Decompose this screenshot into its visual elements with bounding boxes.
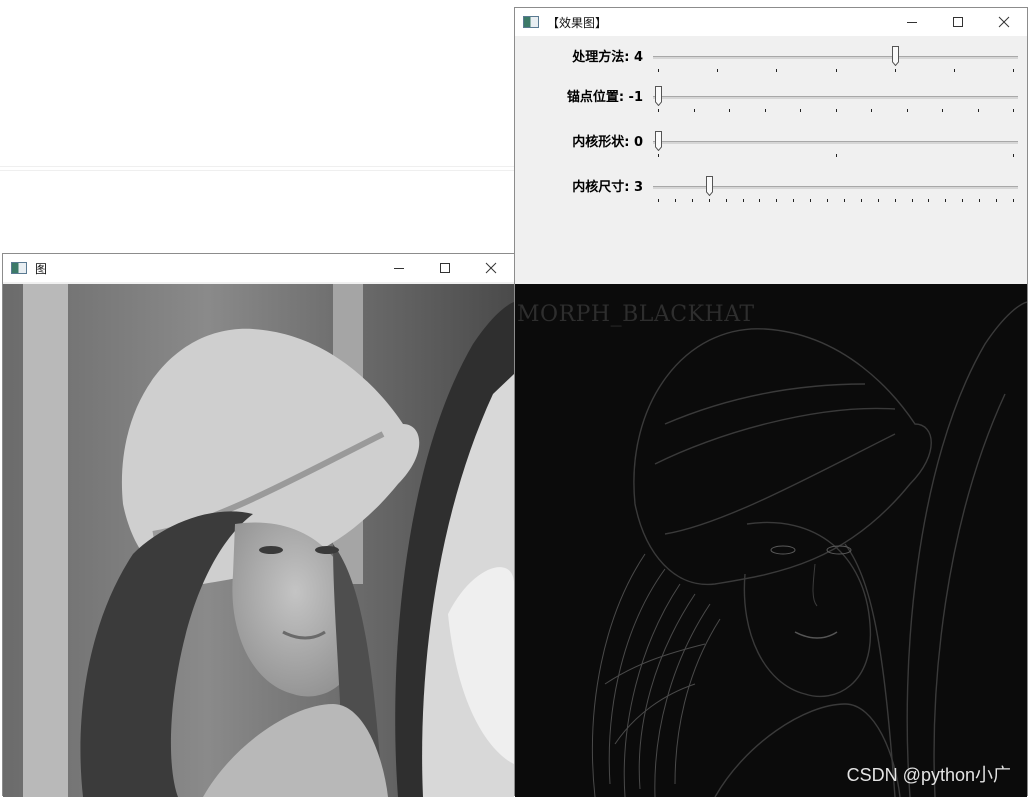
trackbar-tick (729, 109, 730, 112)
source-window-title: 图 (35, 261, 48, 276)
trackbar-tick (835, 69, 837, 72)
close-icon (485, 262, 497, 274)
trackbar-tick (810, 199, 812, 202)
trackbar-tick (945, 199, 947, 202)
trackbar-tick (942, 109, 943, 112)
trackbar-tick (860, 199, 862, 202)
trackbar-tick (906, 109, 908, 112)
trackbar-tick (843, 199, 845, 202)
close-button[interactable] (981, 8, 1027, 36)
trackbar-tick (693, 109, 695, 112)
trackbar-label: 锚点位置: -1 (566, 90, 643, 105)
background-divider (0, 170, 514, 171)
minimize-icon (907, 22, 917, 23)
trackbar-thumb[interactable] (705, 176, 713, 196)
trackbar-kernel-size: 内核尺寸: 3 (515, 172, 1027, 217)
trackbar-label: 内核形状: 0 (572, 135, 643, 150)
maximize-icon (953, 17, 963, 27)
source-window-titlebar[interactable]: 图 (3, 254, 514, 282)
trackbar-tick (708, 199, 710, 202)
trackbar-tick (928, 199, 930, 202)
maximize-button[interactable] (422, 254, 468, 282)
trackbar-track[interactable] (653, 96, 1018, 99)
trackbar-ticks (658, 109, 1014, 114)
trackbar-tick (962, 199, 964, 202)
trackbar-anchor-position: 锚点位置: -1 (515, 82, 1027, 127)
effect-window: 【效果图】 处理方法: 4 锚点位置: -1 内核形状: 0 内核尺寸: 3 M… (514, 7, 1028, 797)
app-icon (523, 16, 539, 28)
trackbar-tick (894, 69, 896, 72)
effect-window-title: 【效果图】 (547, 15, 608, 30)
trackbar-tick (911, 199, 913, 202)
trackbar-ticks (658, 69, 1014, 74)
trackbar-tick (658, 69, 659, 72)
result-image: MORPH_BLACKHAT CSDN @python小广 (515, 284, 1027, 797)
result-caption: MORPH_BLACKHAT (517, 302, 755, 327)
trackbar-tick (800, 109, 801, 112)
trackbar-tick (658, 109, 659, 112)
trackbar-process-method: 处理方法: 4 (515, 42, 1027, 87)
trackbar-thumb[interactable] (655, 86, 662, 106)
trackbar-kernel-shape: 内核形状: 0 (515, 127, 1027, 172)
trackbar-ticks (658, 154, 1014, 159)
minimize-button[interactable] (376, 254, 422, 282)
trackbar-label: 内核尺寸: 3 (572, 180, 643, 195)
trackbar-label: 处理方法: 4 (572, 50, 643, 65)
trackbar-tick (1013, 154, 1014, 157)
trackbar-track[interactable] (653, 141, 1018, 144)
trackbar-track[interactable] (653, 56, 1018, 59)
trackbar-tick (1013, 69, 1014, 72)
close-button[interactable] (468, 254, 514, 282)
trackbar-tick (871, 109, 872, 112)
trackbar-tick (658, 199, 659, 202)
trackbar-tick (1013, 199, 1014, 202)
trackbar-tick (979, 199, 981, 202)
trackbar-tick (776, 69, 778, 72)
trackbar-tick (776, 199, 778, 202)
trackbar-tick (717, 69, 719, 72)
source-image-window: 图 (2, 253, 515, 797)
trackbar-tick (725, 199, 727, 202)
trackbar-tick (877, 199, 879, 202)
trackbar-tick (827, 199, 829, 202)
trackbar-tick (674, 199, 676, 202)
trackbar-tick (658, 154, 659, 157)
trackbar-tick (835, 109, 837, 112)
trackbar-thumb[interactable] (891, 46, 899, 66)
watermark: CSDN @python小广 (846, 765, 1011, 785)
trackbar-tick (977, 109, 979, 112)
trackbar-ticks (658, 199, 1014, 204)
trackbar-tick (835, 154, 837, 157)
background-divider (0, 166, 514, 167)
effect-window-titlebar[interactable]: 【效果图】 (515, 8, 1027, 36)
trackbar-tick (764, 109, 766, 112)
maximize-icon (440, 263, 450, 273)
trackbar-thumb[interactable] (655, 131, 662, 151)
trackbar-tick (793, 199, 795, 202)
maximize-button[interactable] (935, 8, 981, 36)
trackbar-tick (759, 199, 761, 202)
minimize-button[interactable] (889, 8, 935, 36)
trackbar-tick (742, 199, 744, 202)
close-icon (998, 16, 1010, 28)
trackbar-tick (1013, 109, 1014, 112)
minimize-icon (394, 268, 404, 269)
app-icon (11, 262, 27, 274)
trackbar-tick (953, 69, 955, 72)
trackbar-tick (996, 199, 998, 202)
source-image (3, 284, 514, 797)
trackbar-tick (691, 199, 693, 202)
trackbar-tick (894, 199, 896, 202)
